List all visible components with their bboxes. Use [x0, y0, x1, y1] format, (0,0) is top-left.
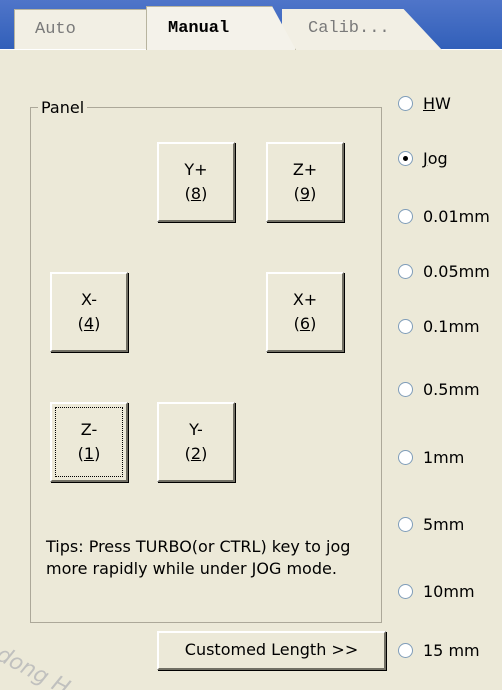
- radio-0-1mm[interactable]: 0.1mm: [398, 315, 480, 337]
- radio-5mm-label: 5mm: [423, 514, 465, 534]
- jog-y-plus-key-value: 8: [190, 184, 202, 203]
- radio-0-05mm-label: 0.05mm: [423, 261, 490, 281]
- radio-hw-label: HW: [423, 94, 451, 113]
- jog-x-minus-label: X-: [81, 290, 97, 309]
- jog-y-minus-label: Y-: [189, 420, 203, 439]
- radio-0-5mm[interactable]: 0.5mm: [398, 378, 480, 400]
- jog-x-minus-key-value: 4: [83, 314, 95, 333]
- radio-1mm-circle[interactable]: [398, 449, 413, 465]
- jog-x-minus-button[interactable]: X- (4): [50, 272, 128, 352]
- jog-y-minus-key-value: 2: [190, 444, 202, 463]
- tab-manual[interactable]: Manual: [146, 6, 296, 50]
- jog-z-minus-label: Z-: [80, 420, 98, 439]
- jog-x-minus-key: (4): [77, 314, 101, 333]
- tab-manual-label: Manual: [168, 19, 230, 38]
- jog-x-plus-key-value: 6: [299, 314, 311, 333]
- radio-0-1mm-label: 0.1mm: [423, 316, 480, 336]
- jog-y-minus-button[interactable]: Y- (2): [157, 402, 235, 482]
- jog-x-plus-label: X+: [292, 290, 318, 309]
- radio-15mm-circle[interactable]: [398, 642, 413, 658]
- jog-z-minus-key: (1): [77, 444, 101, 463]
- manual-jog-window: Auto Calib... Manual Panel Y+ (8) Z+ (9)…: [0, 0, 502, 690]
- radio-0-01mm[interactable]: 0.01mm: [398, 205, 490, 227]
- jog-z-minus-button[interactable]: Z- (1): [50, 402, 128, 482]
- jog-z-plus-label: Z+: [292, 160, 318, 179]
- jog-y-plus-key: (8): [184, 184, 208, 203]
- tab-calib-label: Calib...: [308, 19, 390, 38]
- radio-0-5mm-label: 0.5mm: [423, 379, 480, 399]
- tab-auto[interactable]: Auto: [14, 9, 162, 50]
- tips-text: Tips: Press TURBO(or CTRL) key to jog mo…: [46, 537, 351, 578]
- radio-1mm[interactable]: 1mm: [398, 446, 464, 468]
- jog-z-plus-key: (9): [293, 184, 317, 203]
- jog-x-plus-key: (6): [293, 314, 317, 333]
- radio-5mm[interactable]: 5mm: [398, 513, 464, 535]
- radio-hw-accel: H: [423, 93, 436, 113]
- jog-y-minus-key: (2): [184, 444, 208, 463]
- jog-z-minus-key-value: 1: [83, 444, 95, 463]
- jog-y-plus-button[interactable]: Y+ (8): [157, 142, 235, 222]
- jog-z-plus-button[interactable]: Z+ (9): [266, 142, 344, 222]
- radio-hw-circle[interactable]: [398, 95, 413, 111]
- radio-jog-label: Jog: [423, 149, 448, 168]
- radio-jog[interactable]: Jog: [398, 147, 448, 169]
- panel-title: Panel: [38, 98, 88, 117]
- radio-1mm-label: 1mm: [423, 447, 465, 467]
- radio-0-05mm-circle[interactable]: [398, 263, 413, 279]
- radio-jog-rest: og: [427, 148, 448, 168]
- radio-0-1mm-circle[interactable]: [398, 318, 413, 334]
- customed-length-button[interactable]: Customed Length >>: [157, 631, 386, 670]
- radio-0-05mm[interactable]: 0.05mm: [398, 260, 490, 282]
- radio-hw[interactable]: HW: [398, 92, 451, 114]
- radio-5mm-circle[interactable]: [398, 516, 413, 532]
- radio-10mm-label: 10mm: [423, 581, 475, 601]
- radio-0-01mm-label: 0.01mm: [423, 206, 490, 226]
- radio-jog-circle[interactable]: [398, 150, 413, 166]
- jog-y-plus-label: Y+: [184, 160, 208, 179]
- radio-10mm-circle[interactable]: [398, 583, 413, 599]
- radio-hw-rest: W: [435, 93, 451, 113]
- tab-auto-label: Auto: [35, 20, 76, 39]
- radio-10mm[interactable]: 10mm: [398, 580, 475, 602]
- jog-x-plus-button[interactable]: X+ (6): [266, 272, 344, 352]
- jog-z-plus-key-value: 9: [299, 184, 311, 203]
- watermark-text: dong H: [0, 642, 74, 690]
- radio-15mm[interactable]: 15 mm: [398, 639, 480, 661]
- radio-0-5mm-circle[interactable]: [398, 381, 413, 397]
- radio-15mm-label: 15 mm: [423, 640, 480, 660]
- radio-0-01mm-circle[interactable]: [398, 208, 413, 224]
